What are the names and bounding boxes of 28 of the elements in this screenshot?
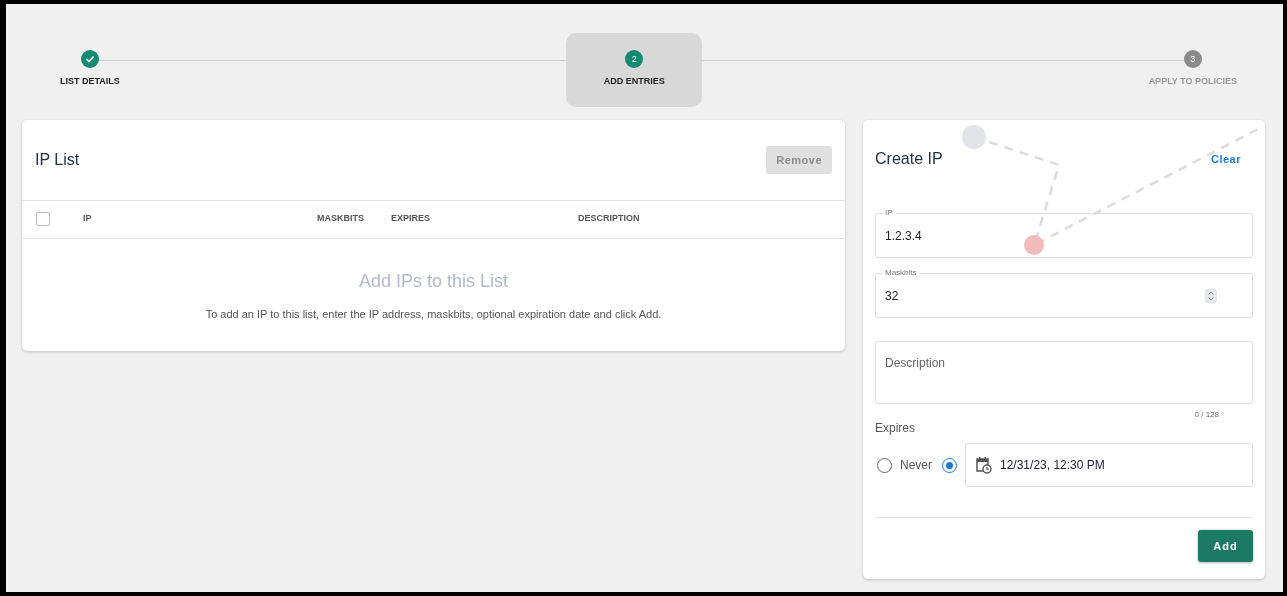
empty-state-text: To add an IP to this list, enter the IP address, maskbits, optional expiration date and click Add. [205, 308, 662, 320]
step-label: APPLY TO POLICIES [1148, 76, 1237, 86]
radio-label: Never [900, 458, 932, 472]
clear-link[interactable]: Clear [1210, 153, 1241, 165]
spinner-icon[interactable] [1205, 288, 1217, 303]
step-label: ADD ENTRIES [603, 76, 665, 86]
card-title: IP List [35, 151, 80, 169]
step-label: LIST DETAILS [60, 76, 120, 86]
date-field[interactable]: 12/31/23, 12:30 PM [965, 443, 1253, 487]
select-all-checkbox[interactable] [36, 212, 50, 226]
step-number: 3 [1183, 50, 1202, 68]
calendar-clock-icon [976, 456, 992, 474]
add-button[interactable]: Add [1198, 530, 1253, 562]
column-header: IP [83, 213, 92, 223]
description-field[interactable]: Description [875, 341, 1253, 404]
card-title: Create IP [875, 150, 943, 168]
character-counter: 0 / 128 [1194, 410, 1219, 419]
column-header: MASKBITS [317, 213, 364, 223]
step-number: 2 [625, 50, 644, 68]
stepper-step[interactable]: 2 ADD ENTRIES [566, 33, 703, 107]
check-icon [80, 50, 99, 68]
stepper-step[interactable]: LIST DETAILS [52, 33, 128, 107]
expires-label: Expires [875, 421, 916, 435]
column-header: EXPIRES [391, 213, 430, 223]
empty-state-title: Add IPs to this List [358, 271, 509, 292]
field-label: IP [882, 208, 896, 217]
column-header: DESCRIPTION [578, 213, 640, 223]
field-label: Maskbits [882, 268, 920, 277]
